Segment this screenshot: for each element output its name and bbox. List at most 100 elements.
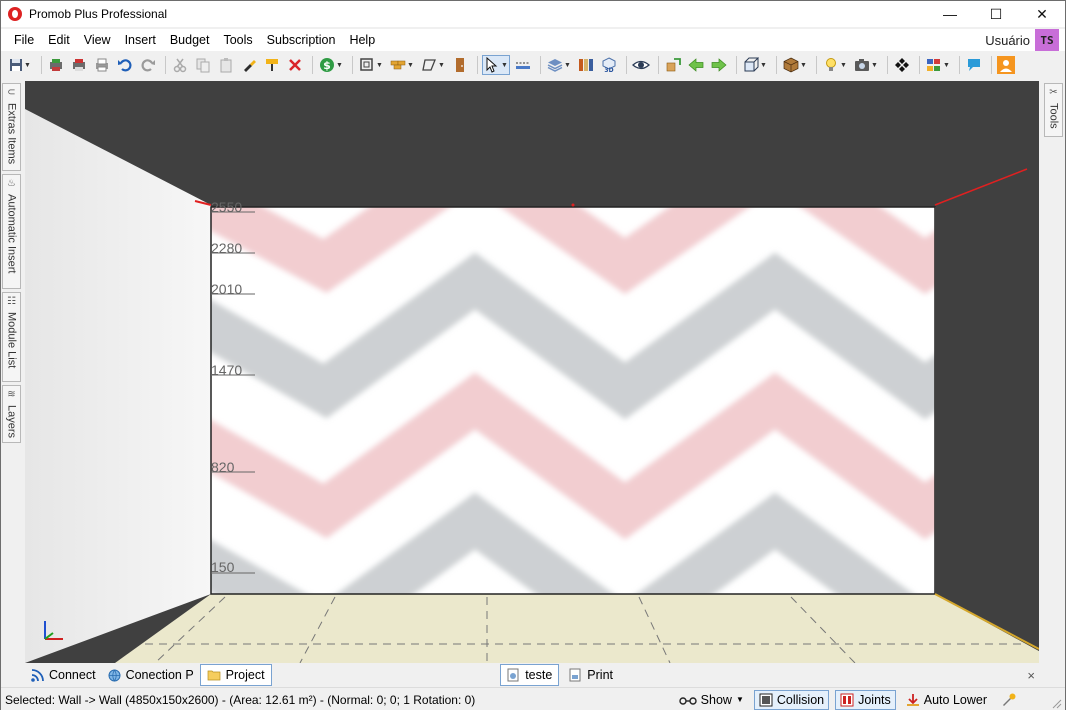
print-button[interactable] <box>92 55 112 75</box>
tab-tools[interactable]: ✂ Tools <box>1044 83 1063 137</box>
tab-module-list[interactable]: ☷ Module List <box>2 292 21 382</box>
document-3d-icon <box>507 668 519 682</box>
shape-outline-icon <box>422 59 436 71</box>
menu-help[interactable]: Help <box>342 29 382 51</box>
title-bar: Promob Plus Professional — ☐ ✕ <box>1 1 1065 27</box>
render-button[interactable] <box>576 55 596 75</box>
menu-bar: File Edit View Insert Budget Tools Subsc… <box>1 29 1065 51</box>
copy-icon <box>196 58 210 73</box>
cut-button[interactable] <box>170 55 190 75</box>
visibility-button[interactable] <box>631 55 651 75</box>
close-tab-icon[interactable]: × <box>1027 668 1035 683</box>
account-button[interactable] <box>996 55 1016 75</box>
export-button[interactable] <box>46 55 66 75</box>
toolbar-separator <box>540 56 541 74</box>
box-3d-icon <box>783 57 799 73</box>
palette-button[interactable]: ▼ <box>924 55 952 75</box>
tab-tools-label: Tools <box>1047 103 1060 129</box>
tab-teste[interactable]: teste <box>500 664 560 686</box>
tab-project[interactable]: Project <box>199 664 272 686</box>
snap-button[interactable] <box>892 55 912 75</box>
toolbar-separator <box>776 56 777 74</box>
tab-automatic-insert[interactable]: ♨ Automatic Insert <box>2 174 21 289</box>
tab-layers[interactable]: ≋ Layers <box>2 385 21 443</box>
svg-text:$: $ <box>323 59 331 72</box>
door-button[interactable] <box>450 55 470 75</box>
back-wall[interactable] <box>175 161 1039 631</box>
chat-button[interactable] <box>964 55 984 75</box>
toolbar-separator <box>816 56 817 74</box>
select-button[interactable]: ▼ <box>482 55 510 75</box>
settings-wrench-button[interactable] <box>997 690 1021 710</box>
camera-button[interactable]: ▼ <box>852 55 880 75</box>
auto-lower-toggle[interactable]: Auto Lower <box>902 690 991 710</box>
dimension-label: 1470 <box>211 362 243 378</box>
bottom-tab-strip: Connect Conection P Project teste Print … <box>25 663 1039 687</box>
tab-extras-items[interactable]: ⊂ Extras Items <box>2 83 21 171</box>
menu-file[interactable]: File <box>7 29 41 51</box>
user-avatar[interactable]: TS <box>1035 29 1059 51</box>
dimension-label: 820 <box>211 459 235 475</box>
main-toolbar: ▼ $ ▼ ▼ ▼ ▼ ▼ ▼ 3D ▼ ▼ ▼ ▼ ▼ <box>1 53 1065 77</box>
printer-color-icon <box>73 59 85 71</box>
measure-button[interactable] <box>513 55 533 75</box>
resize-grip-icon[interactable] <box>1052 699 1062 709</box>
dimension-label: 150 <box>211 559 235 575</box>
paste-button[interactable] <box>216 55 236 75</box>
camera-views-button[interactable]: ▼ <box>741 55 769 75</box>
user-name[interactable]: Usuário <box>985 33 1030 48</box>
menu-tools[interactable]: Tools <box>216 29 259 51</box>
shape-button[interactable]: ▼ <box>419 55 447 75</box>
undo-button[interactable] <box>115 55 135 75</box>
toolbar-separator <box>959 56 960 74</box>
left-side-wall[interactable] <box>25 109 211 663</box>
wall-tools-button[interactable]: ▼ <box>357 55 385 75</box>
delete-button[interactable] <box>285 55 305 75</box>
tab-connect[interactable]: Connect <box>25 664 102 686</box>
menu-insert[interactable]: Insert <box>118 29 163 51</box>
undo-icon <box>118 59 132 72</box>
app-logo-icon <box>8 7 22 21</box>
next-view-button[interactable] <box>709 55 729 75</box>
floor[interactable] <box>115 594 1039 663</box>
joints-toggle[interactable]: Joints <box>835 689 896 710</box>
lights-button[interactable]: ▼ <box>821 55 849 75</box>
menu-edit[interactable]: Edit <box>41 29 77 51</box>
modules-button[interactable]: ▼ <box>781 55 809 75</box>
budget-button[interactable]: $ ▼ <box>317 55 345 75</box>
copy-button[interactable] <box>193 55 213 75</box>
tab-print[interactable]: Print <box>563 664 619 686</box>
bricks-button[interactable]: ▼ <box>388 55 416 75</box>
move-object-button[interactable] <box>663 55 683 75</box>
redo-button[interactable] <box>138 55 158 75</box>
dimension-label: 2010 <box>211 281 243 297</box>
menu-budget[interactable]: Budget <box>163 29 217 51</box>
show-label: Show <box>700 692 732 707</box>
right-side-wall[interactable] <box>935 201 1039 651</box>
rss-icon <box>31 668 44 682</box>
print-preview-button[interactable] <box>69 55 89 75</box>
window-controls: — ☐ ✕ <box>927 1 1065 27</box>
save-button[interactable]: ▼ <box>6 55 34 75</box>
3d-viewport[interactable]: 2550 2280 2010 1470 820 150 <box>25 81 1039 663</box>
printer-icon <box>96 58 108 72</box>
paint-roller-icon <box>266 59 278 71</box>
bricks-icon <box>390 60 406 70</box>
minimize-button[interactable]: — <box>927 1 973 27</box>
wrench-icon <box>1003 693 1016 706</box>
scene-canvas[interactable] <box>25 81 1039 663</box>
tab-conection-p[interactable]: Conection P <box>102 664 200 686</box>
layers-button[interactable]: ▼ <box>545 55 573 75</box>
show-dropdown[interactable]: Show ▼ <box>675 690 748 710</box>
match-properties-button[interactable] <box>262 55 282 75</box>
menu-subscription[interactable]: Subscription <box>260 29 343 51</box>
view-3d-button[interactable]: 3D <box>599 55 619 75</box>
toolbar-separator <box>165 56 166 74</box>
collision-toggle[interactable]: Collision <box>753 689 830 710</box>
maximize-button[interactable]: ☐ <box>973 1 1019 27</box>
menu-view[interactable]: View <box>77 29 118 51</box>
format-paint-button[interactable] <box>239 55 259 75</box>
previous-view-button[interactable] <box>686 55 706 75</box>
cube-view-icon <box>744 57 760 72</box>
close-button[interactable]: ✕ <box>1019 1 1065 27</box>
